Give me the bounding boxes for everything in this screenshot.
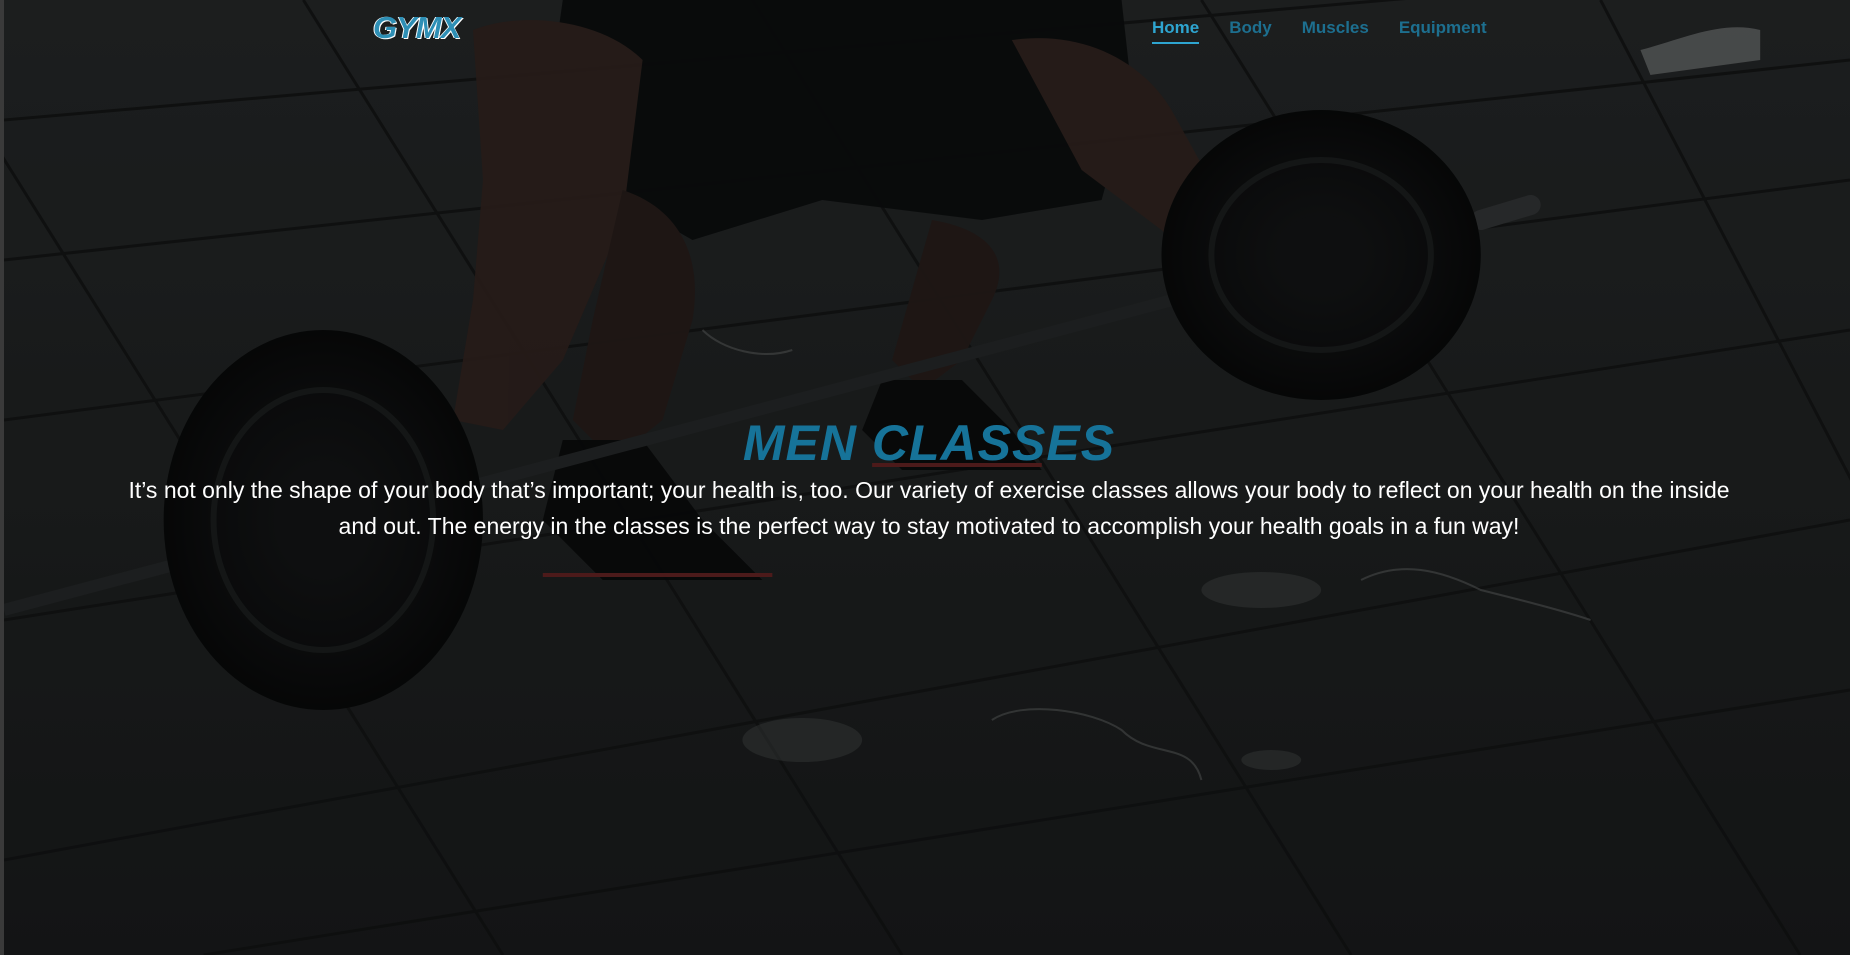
hero-title: MEN CLASSES [742, 415, 1116, 471]
brand-logo[interactable]: GYMX [373, 10, 461, 46]
top-navbar: GYMX Home Body Muscles Equipment [4, 0, 1850, 60]
nav-link-home[interactable]: Home [1152, 18, 1200, 44]
nav-link-muscles[interactable]: Muscles [1302, 18, 1369, 44]
page: GYMX Home Body Muscles Equipment MEN CLA… [0, 0, 1850, 955]
nav-link-body[interactable]: Body [1229, 18, 1272, 44]
hero-description: It’s not only the shape of your body tha… [128, 477, 1730, 539]
main-nav: Home Body Muscles Equipment [1152, 18, 1517, 44]
nav-link-equipment[interactable]: Equipment [1399, 18, 1487, 44]
